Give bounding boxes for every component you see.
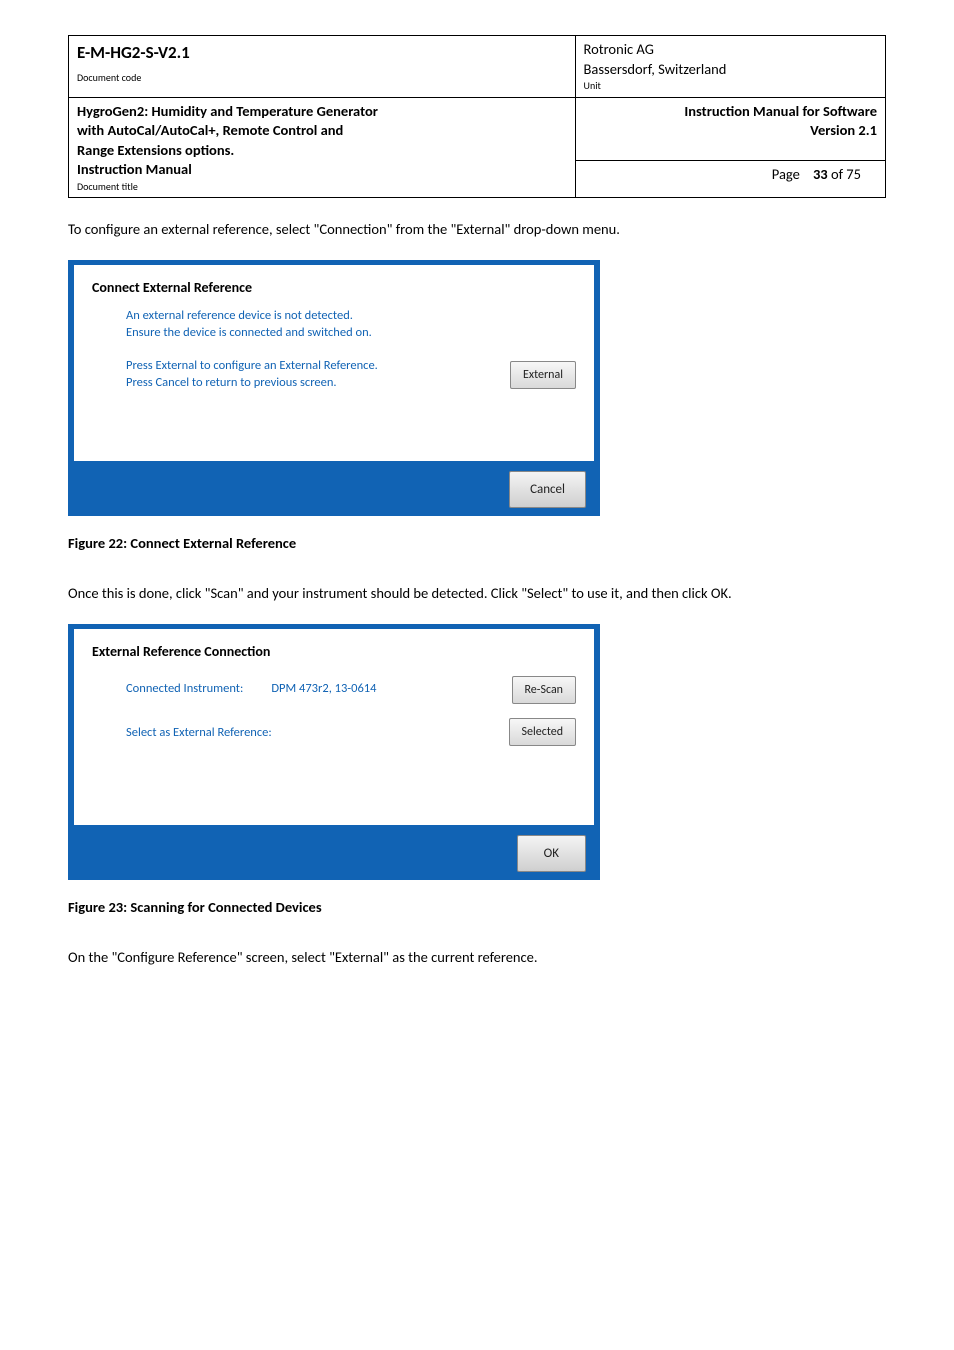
selected-button[interactable]: Selected (509, 718, 576, 746)
unit-label: Unit (584, 79, 877, 93)
title-line1: HygroGen2: Humidity and Temperature Gene… (77, 102, 567, 122)
company: Rotronic AG (584, 40, 877, 60)
dialog2-title: External Reference Connection (74, 629, 594, 666)
cancel-button[interactable]: Cancel (509, 471, 586, 508)
dialog1-line2: Ensure the device is connected and switc… (74, 325, 594, 342)
caption-fig22: Figure 22: Connect External Reference (68, 534, 886, 552)
caption-fig23: Figure 23: Scanning for Connected Device… (68, 898, 886, 916)
connected-instrument-value: DPM 473r2, 13-0614 (261, 681, 394, 698)
ok-button[interactable]: OK (517, 835, 586, 872)
select-external-label: Select as External Reference: (126, 725, 290, 740)
dialog1-title: Connect External Reference (74, 265, 594, 302)
title-line4: Instruction Manual (77, 160, 567, 180)
dialog-external-connection: External Reference Connection Connected … (68, 624, 600, 880)
para-configure: To configure an external reference, sele… (68, 220, 886, 240)
external-button[interactable]: External (510, 361, 576, 389)
location: Bassersdorf, Switzerland (584, 60, 877, 80)
page-total: of 75 (831, 165, 861, 183)
page-value: 33 (813, 165, 828, 183)
title-line3: Range Extensions options. (77, 141, 567, 161)
doc-title-label: Document title (77, 180, 567, 194)
doc-code: E-M-HG2-S-V2.1 (77, 40, 567, 71)
dialog1-line1: An external reference device is not dete… (74, 308, 594, 325)
doc-code-label: Document code (77, 71, 567, 85)
connected-instrument-label: Connected Instrument: (126, 681, 261, 698)
header-table: E-M-HG2-S-V2.1 Document code Rotronic AG… (68, 35, 886, 198)
para-scan: Once this is done, click "Scan" and your… (68, 584, 886, 604)
para-configure-ref: On the "Configure Reference" screen, sel… (68, 948, 886, 968)
rescan-button[interactable]: Re-Scan (512, 676, 577, 704)
page-label: Page (772, 165, 800, 183)
dialog1-line4: Press Cancel to return to previous scree… (126, 375, 510, 392)
title-line2: with AutoCal/AutoCal+, Remote Control an… (77, 121, 567, 141)
manual-line2: Version 2.1 (584, 121, 877, 141)
dialog1-line3: Press External to configure an External … (126, 358, 510, 375)
manual-line1: Instruction Manual for Software (584, 102, 877, 122)
dialog-connect-external: Connect External Reference An external r… (68, 260, 600, 516)
